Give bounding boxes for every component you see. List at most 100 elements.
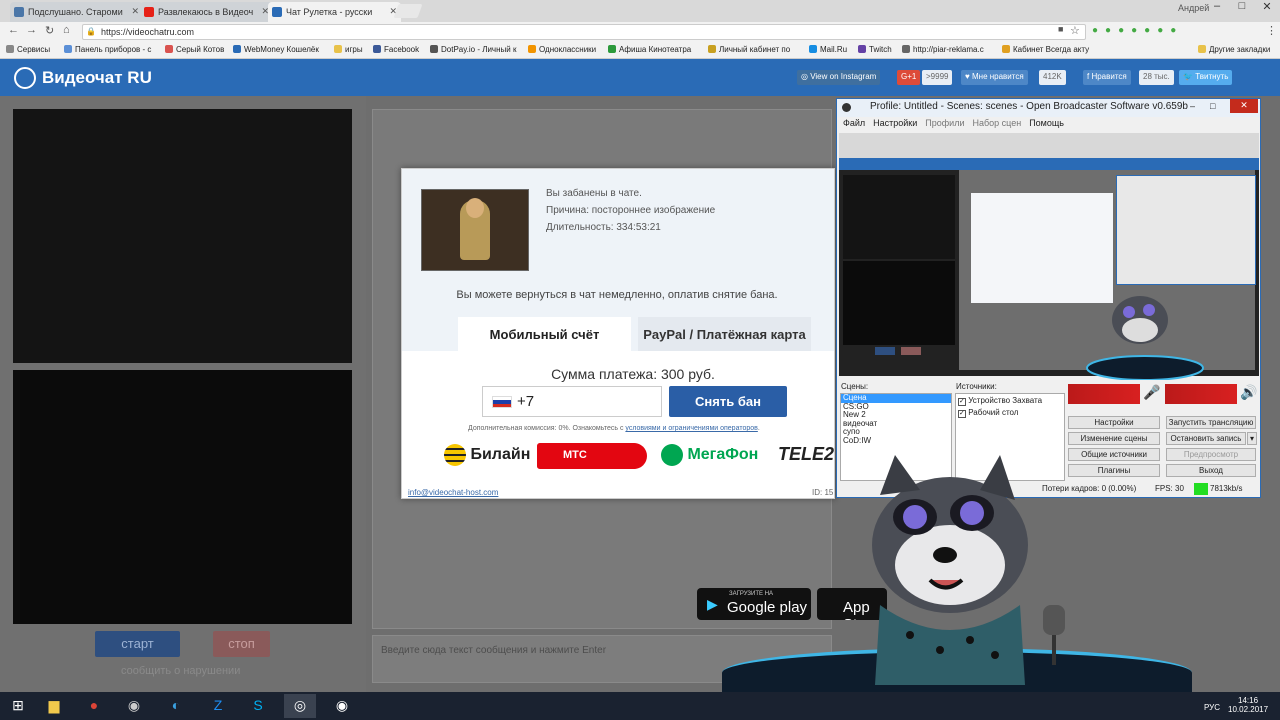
other-bookmarks[interactable]: Другие закладки [1198, 45, 1270, 54]
bookmark-item[interactable]: Twitch [858, 45, 892, 54]
source-item[interactable]: ✓ Устройство Захвата [956, 394, 1064, 408]
chevron-down-icon[interactable]: ▾ [1247, 432, 1257, 445]
tab-paypal[interactable]: PayPal / Платёжная карта [638, 317, 811, 351]
checkbox-icon[interactable]: ✓ [958, 410, 966, 418]
bookmark-item[interactable]: Кабинет Всегда акту [1002, 45, 1089, 54]
browser-tab-3[interactable]: Чат Рулетка - русски ✕ [268, 2, 401, 22]
facebook-count: 28 тыс. [1139, 70, 1174, 85]
like-button[interactable]: ♥ Мне нравится [961, 70, 1028, 85]
obs-minimize-icon[interactable]: – [1190, 101, 1195, 111]
obs-stop-record-button[interactable]: Остановить запись [1166, 432, 1246, 445]
russia-flag-icon[interactable] [492, 396, 512, 408]
tweet-button[interactable]: 🐦 Твитнуть [1179, 70, 1233, 85]
bookmark-item[interactable]: Личный кабинет по [708, 45, 790, 54]
obs-menu-file[interactable]: Файл [837, 118, 865, 128]
bookmark-star-icon[interactable]: ☆ [1070, 24, 1080, 37]
bookmark-item[interactable]: Facebook [373, 45, 419, 54]
payment-sum: Сумма платежа: 300 руб. [551, 366, 715, 382]
forward-icon[interactable]: → [26, 24, 37, 36]
mts-logo[interactable]: МТС [537, 443, 647, 469]
close-window-icon[interactable]: ✕ [1255, 0, 1279, 18]
bookmark-item[interactable]: Одноклассники [528, 45, 596, 54]
obs-title: Profile: Untitled - Scenes: scenes - Ope… [837, 99, 1260, 117]
minimize-icon[interactable]: – [1205, 0, 1229, 18]
mic-icon[interactable]: 🎤 [1143, 384, 1160, 401]
browser-tab-1[interactable]: Подслушано. Староми ✕ [10, 2, 143, 22]
speaker-icon[interactable]: 🔊 [1240, 384, 1257, 401]
close-icon[interactable]: ✕ [131, 6, 139, 17]
bookmark-item[interactable]: http://piar-reklama.c [902, 45, 984, 54]
beeline-logo[interactable]: Билайн [444, 444, 530, 472]
bookmark-item[interactable]: Афиша Кинотеатра [608, 45, 691, 54]
gplus-button[interactable]: G+1 [897, 70, 921, 85]
support-email-link[interactable]: info@videochat-host.com [408, 488, 498, 497]
camera-icon[interactable]: ■ [1058, 24, 1063, 34]
input-language[interactable]: РУС [1204, 703, 1220, 712]
obs-taskbar-icon[interactable]: ◎ [284, 694, 316, 718]
report-link[interactable]: сообщить о нарушении [121, 665, 240, 677]
unban-button[interactable]: Снять бан [669, 386, 787, 417]
like-count: 412K [1039, 70, 1066, 85]
ccleaner-icon[interactable]: ◐ [160, 694, 192, 718]
obs-global-sources-button[interactable]: Общие источники [1068, 448, 1160, 461]
vk-icon [14, 7, 24, 17]
obs-menu-profiles[interactable]: Профили [925, 118, 964, 128]
menu-icon[interactable]: ⋮ [1266, 24, 1277, 37]
tab-mobile[interactable]: Мобильный счёт [458, 317, 631, 351]
address-bar[interactable]: https://videochatru.com [82, 24, 1086, 40]
obs-menu-help[interactable]: Помощь [1029, 118, 1064, 128]
back-icon[interactable]: ← [8, 24, 19, 36]
bookmark-item[interactable]: игры [334, 45, 363, 54]
file-explorer-icon[interactable]: ▆ [38, 694, 70, 718]
checkbox-icon[interactable]: ✓ [958, 398, 966, 406]
reload-icon[interactable]: ↻ [45, 24, 54, 37]
obs-maximize-icon[interactable]: □ [1210, 101, 1215, 111]
obs-menu-scenes[interactable]: Набор сцен [972, 118, 1021, 128]
browser-tab-2[interactable]: Развлекаюсь в Видеоч ✕ [140, 2, 273, 22]
zona-icon[interactable]: Z [202, 694, 234, 718]
obs-close-icon[interactable]: ✕ [1230, 99, 1258, 113]
home-icon[interactable]: ⌂ [63, 24, 70, 36]
obs-plugins-button[interactable]: Плагины [1068, 464, 1160, 477]
bookmark-item[interactable]: DotPay.io - Личный к [430, 45, 516, 54]
bookmark-item[interactable]: Сервисы [6, 45, 50, 54]
google-play-badge[interactable]: ▶ ЗАГРУЗИТЕ НА Google play [697, 588, 811, 620]
obs-preview-button[interactable]: Предпросмотр [1166, 448, 1256, 461]
bookmark-item[interactable]: WebMoney Кошелёк [233, 45, 319, 54]
play-icon: ▶ [707, 596, 718, 612]
obs-exit-button[interactable]: Выход [1166, 464, 1256, 477]
stream-health-indicator [1194, 483, 1208, 495]
youtube-icon [144, 7, 154, 17]
desktop-volume-meter[interactable] [1165, 384, 1237, 404]
obs-scene-edit-button[interactable]: Изменение сцены [1068, 432, 1160, 445]
ban-snapshot [421, 189, 529, 271]
extension-icons[interactable]: ●●●●●●● [1092, 25, 1257, 39]
tele2-logo[interactable]: TELE2 [778, 444, 834, 472]
maximize-icon[interactable]: □ [1230, 0, 1254, 18]
lock-icon: 🔒 [86, 27, 96, 36]
stop-button[interactable]: стоп [213, 631, 270, 657]
obs-menu-settings[interactable]: Настройки [873, 118, 917, 128]
facebook-like-button[interactable]: f Нравится [1083, 70, 1131, 85]
mic-volume-meter[interactable] [1068, 384, 1140, 404]
bookmark-item[interactable]: Серый Котов [165, 45, 224, 54]
obs-settings-button[interactable]: Настройки [1068, 416, 1160, 429]
start-button[interactable]: старт [95, 631, 180, 657]
new-tab-button[interactable] [393, 4, 423, 18]
obs-start-stream-button[interactable]: Запустить трансляцию [1166, 416, 1256, 429]
site-logo[interactable]: Видеочат RU [42, 68, 152, 88]
steam-icon[interactable]: ◉ [118, 694, 150, 718]
clock[interactable]: 14:16 10.02.2017 [1228, 696, 1268, 714]
source-item[interactable]: ✓ Рабочий стол [956, 408, 1064, 418]
operator-terms-link[interactable]: условиями и ограничениями операторов [625, 425, 757, 432]
scene-item[interactable]: CoD:IW [841, 436, 951, 446]
app-icon[interactable]: ◉ [326, 694, 358, 718]
chrome-icon[interactable]: ● [78, 694, 110, 718]
commission-note: Дополнительная комиссия: 0%. Ознакомьтес… [468, 425, 760, 432]
megafon-logo[interactable]: МегаФон [661, 444, 758, 472]
instagram-button[interactable]: ◎ View on Instagram [797, 70, 881, 85]
bookmark-item[interactable]: Mail.Ru [809, 45, 847, 54]
windows-start-icon[interactable]: ⊞ [2, 694, 34, 718]
bookmark-item[interactable]: Панель приборов - с [64, 45, 151, 54]
skype-icon[interactable]: S [242, 694, 274, 718]
